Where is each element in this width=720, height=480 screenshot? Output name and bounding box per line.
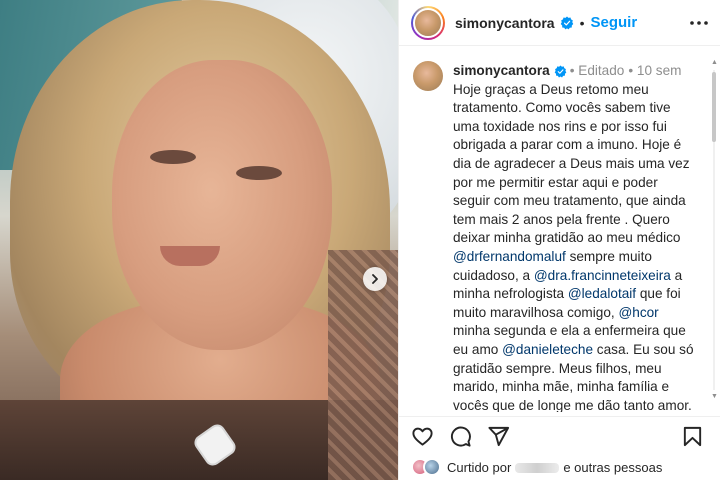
caption-text: Hoje graças a Deus retomo meu tratamento… (453, 81, 694, 412)
caption-avatar[interactable] (413, 61, 443, 91)
mention-link[interactable]: @dra.francinneteixeira (534, 268, 671, 283)
action-bar (399, 416, 720, 456)
liked-by-others[interactable]: e outras pessoas (563, 460, 662, 475)
heart-icon (411, 427, 433, 446)
caption-username[interactable]: simonycantora (453, 62, 550, 81)
comments-scrollbar[interactable]: ▲ ▼ (711, 59, 718, 400)
chevron-right-icon (372, 274, 378, 284)
liked-by: Curtido por e outras pessoas (411, 456, 662, 478)
face (112, 60, 332, 350)
left-eye (150, 150, 196, 164)
follow-button[interactable]: Seguir (591, 14, 638, 31)
share-icon (487, 426, 509, 447)
author-username[interactable]: simonycantora (455, 15, 555, 31)
verified-badge-icon (554, 65, 567, 78)
more-options-icon (690, 20, 708, 25)
hidden-username (515, 463, 560, 474)
liked-by-text: Curtido por e outras pessoas (447, 459, 663, 475)
post-sidebar: simonycantora • Seguir simonycantora • E… (398, 0, 720, 480)
scroll-up-arrow-icon[interactable]: ▲ (711, 59, 718, 66)
scrollbar-thumb[interactable] (712, 72, 716, 142)
bookmark-icon (683, 426, 701, 447)
comment-button[interactable] (447, 424, 473, 450)
header-separator: • (579, 14, 585, 31)
post-header: simonycantora • Seguir (399, 0, 720, 46)
mention-link[interactable]: @hcor (618, 305, 658, 320)
next-media-button[interactable] (363, 267, 387, 291)
verified-badge-icon (560, 16, 573, 29)
caption-meta: simonycantora • Editado • 10 sem (453, 62, 695, 81)
caption-body: simonycantora • Editado • 10 sem Hoje gr… (453, 61, 695, 412)
mention-link[interactable]: @drfernandomaluf (453, 249, 566, 264)
comments-section[interactable]: simonycantora • Editado • 10 sem Hoje gr… (399, 47, 705, 412)
mention-link[interactable]: @danieleteche (502, 342, 593, 357)
scroll-down-arrow-icon[interactable]: ▼ (711, 393, 718, 400)
post-time[interactable]: • 10 sem (628, 62, 681, 81)
liker-avatar[interactable] (423, 458, 441, 476)
comment-icon (450, 426, 471, 447)
lace-detail (328, 250, 398, 480)
edited-label: • Editado (569, 63, 625, 78)
author-avatar[interactable] (411, 5, 445, 40)
caption: simonycantora • Editado • 10 sem Hoje gr… (413, 61, 695, 412)
more-options-button[interactable] (690, 20, 708, 25)
mention-link[interactable]: @ledalotaif (568, 286, 636, 301)
right-eye (236, 166, 282, 180)
save-button[interactable] (679, 424, 705, 450)
post-media[interactable] (0, 0, 398, 480)
share-button[interactable] (485, 424, 511, 450)
like-button[interactable] (409, 424, 435, 450)
